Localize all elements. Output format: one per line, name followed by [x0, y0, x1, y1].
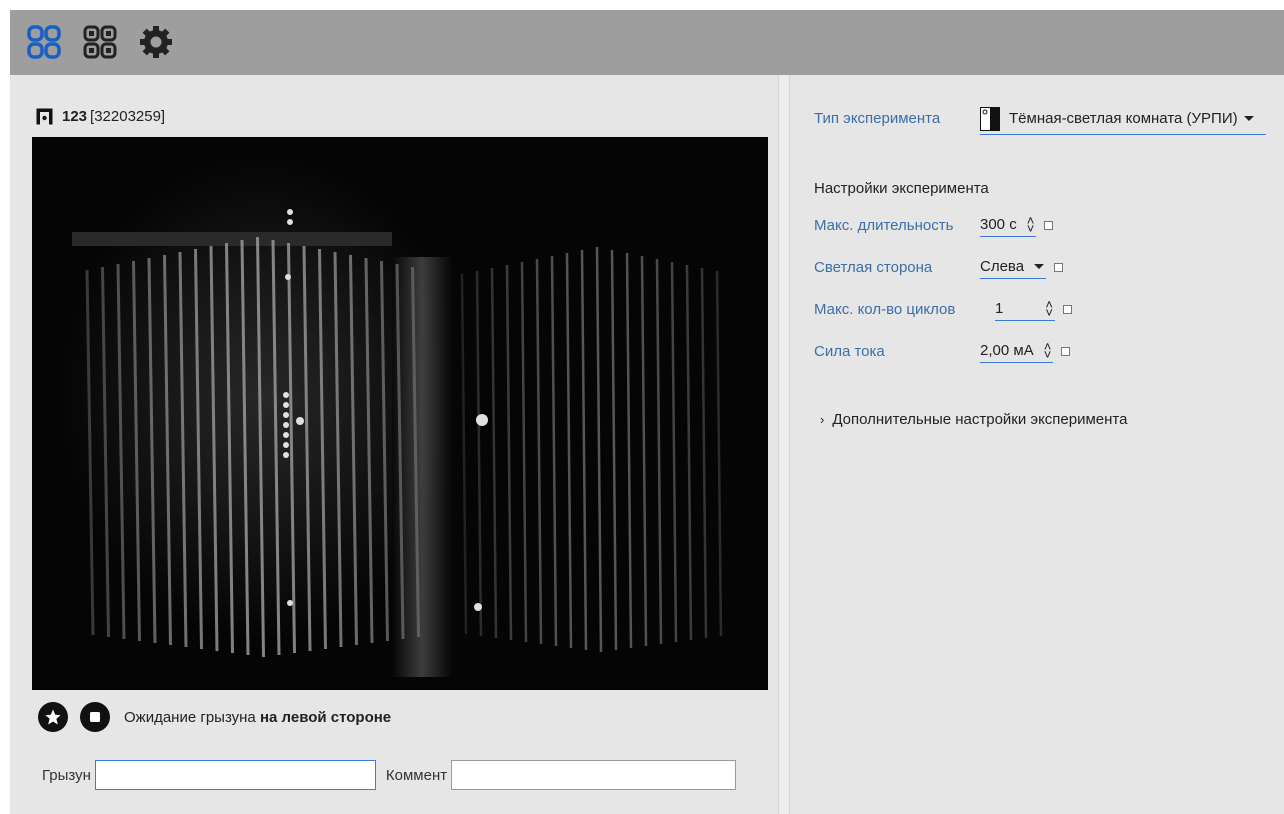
- camera-video-feed: [32, 137, 768, 690]
- experiment-panel: Тип эксперимента Тёмная-светлая комната …: [790, 75, 1284, 814]
- setting-label: Светлая сторона: [814, 258, 933, 276]
- setting-value-text: 2,00 мА: [980, 342, 1034, 359]
- setting-label: Макс. длительность: [814, 216, 954, 234]
- stop-icon: [90, 712, 100, 722]
- rodent-label: Грызун: [42, 766, 91, 784]
- light-side-dropdown[interactable]: Слева: [980, 255, 1047, 279]
- grid-view-icon[interactable]: [26, 24, 62, 60]
- experiment-type-row: Тип эксперимента: [814, 103, 940, 133]
- spinner-arrows-icon[interactable]: ˄ ˅: [1045, 298, 1053, 319]
- setting-current: Сила тока 2,00 мА ˄ ˅: [814, 338, 1071, 364]
- chevron-down-icon: [1034, 264, 1045, 269]
- setting-checkbox[interactable]: [1061, 346, 1071, 356]
- camera-header: 123 [32203259]: [36, 105, 165, 127]
- setting-value-text: 300 с: [980, 216, 1017, 233]
- setting-checkbox[interactable]: [1054, 262, 1064, 272]
- experiment-type-label: Тип эксперимента: [814, 109, 941, 127]
- rodent-input[interactable]: [94, 760, 376, 790]
- advanced-settings-toggle[interactable]: › Дополнительные настройки эксперимента: [820, 411, 1127, 428]
- recording-status: Ожидание грызуна на левой стороне: [38, 702, 391, 732]
- setting-light-side: Светлая сторона Слева: [814, 254, 1064, 280]
- app-window: 123 [32203259] Ожидание грызуна на левой…: [10, 10, 1284, 814]
- max-duration-spinner[interactable]: 300 с ˄ ˅: [980, 213, 1037, 237]
- setting-max-duration: Макс. длительность 300 с ˄ ˅: [814, 212, 1054, 238]
- grid-view-alt-icon[interactable]: [82, 24, 118, 60]
- light-dark-room-icon: [980, 106, 1000, 131]
- setting-label: Макс. кол-во циклов: [814, 300, 956, 318]
- camera-serial: [32203259]: [90, 107, 166, 125]
- favorite-button[interactable]: [38, 702, 68, 732]
- stop-button[interactable]: [80, 702, 110, 732]
- video-frame: [32, 137, 768, 690]
- chevron-right-icon: ›: [820, 412, 825, 427]
- status-emphasis: на левой стороне: [259, 708, 392, 726]
- setting-value-text: 1: [995, 300, 1004, 317]
- camera-chamber-icon: [36, 108, 53, 124]
- star-icon: [45, 709, 61, 725]
- camera-panel: 123 [32203259] Ожидание грызуна на левой…: [10, 75, 778, 814]
- top-toolbar: [10, 10, 1284, 75]
- max-cycles-spinner[interactable]: 1 ˄ ˅: [995, 297, 1055, 321]
- camera-name: 123: [62, 107, 88, 125]
- status-prefix: Ожидание грызуна: [124, 708, 260, 726]
- comment-input[interactable]: [451, 760, 737, 790]
- setting-max-cycles: Макс. кол-во циклов 1 ˄ ˅: [814, 296, 1072, 322]
- experiment-type-value: Тёмная-светлая комната (УРПИ): [1009, 110, 1238, 127]
- current-spinner[interactable]: 2,00 мА ˄ ˅: [980, 339, 1054, 363]
- chevron-down-icon: [1243, 116, 1254, 121]
- settings-title: Настройки эксперимента: [814, 180, 989, 197]
- settings-gear-icon[interactable]: [138, 24, 174, 60]
- setting-checkbox[interactable]: [1063, 304, 1072, 314]
- setting-checkbox[interactable]: [1044, 220, 1054, 230]
- panel-splitter[interactable]: [778, 75, 790, 814]
- spinner-arrows-icon[interactable]: ˄ ˅: [1027, 214, 1035, 235]
- status-message: Ожидание грызуна на левой стороне: [124, 709, 391, 726]
- subject-form: Грызун Коммент: [42, 760, 737, 790]
- comment-label: Коммент: [385, 766, 448, 784]
- spinner-arrows-icon[interactable]: ˄ ˅: [1044, 340, 1052, 361]
- advanced-settings-label: Дополнительные настройки эксперимента: [832, 411, 1128, 428]
- setting-value-text: Слева: [980, 258, 1025, 275]
- setting-label: Сила тока: [814, 342, 885, 360]
- experiment-type-select[interactable]: Тёмная-светлая комната (УРПИ): [980, 103, 1266, 135]
